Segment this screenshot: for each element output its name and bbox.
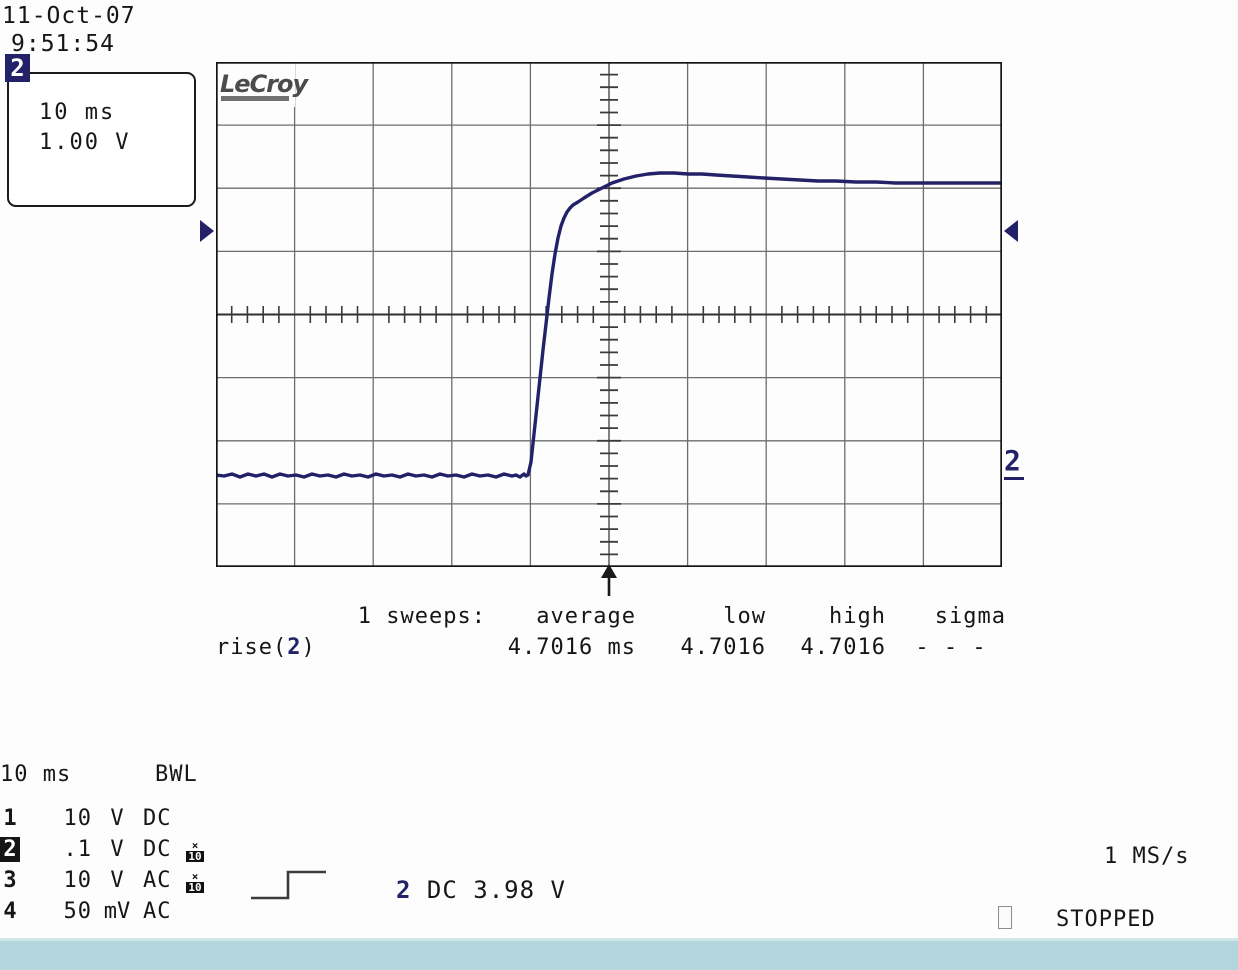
channel-number-2[interactable]: 2 xyxy=(0,837,20,862)
channel-row-3[interactable]: 3 10 V AC × 10 xyxy=(0,868,230,899)
column-high: high xyxy=(829,604,886,629)
acquisition-indicator-icon xyxy=(998,906,1012,929)
channel-unit-4: mV xyxy=(103,899,131,924)
sweeps-label: 1 sweeps: xyxy=(357,604,486,629)
trigger-level-marker-left[interactable] xyxy=(200,220,216,242)
channel-value-2: .1 xyxy=(63,837,92,862)
column-average: average xyxy=(536,604,636,629)
channel-row-1[interactable]: 1 10 V DC xyxy=(0,806,230,837)
descriptor-volts-per-div: 1.00 V xyxy=(39,130,131,155)
measurement-channel: 2 xyxy=(287,635,302,660)
trigger-channel: 2 xyxy=(396,876,412,904)
channel-number-1[interactable]: 1 xyxy=(0,806,20,831)
acquisition-state-text: STOPPED xyxy=(1056,907,1156,932)
value-high: 4.7016 xyxy=(800,635,886,660)
measurement-table: 1 sweeps: average low high sigma rise(2)… xyxy=(216,604,1016,666)
trigger-readout[interactable]: 2 DC 3.98 V xyxy=(396,876,566,904)
channel-badge: 2 xyxy=(5,54,30,82)
probe-attenuation-icon-2: × 10 xyxy=(186,840,204,864)
channel-unit-1: V xyxy=(110,806,124,831)
trigger-level: 3.98 V xyxy=(473,876,566,904)
channel-coupling-2: DC xyxy=(143,837,172,862)
sample-rate-readout: 1 MS/s xyxy=(1104,844,1190,869)
measurement-data-row[interactable]: rise(2) 4.7016 ms 4.7016 4.7016 - - - xyxy=(216,635,1016,666)
date-text: 11-Oct-07 xyxy=(2,3,136,29)
trigger-position-arrow[interactable] xyxy=(598,564,620,596)
channel-coupling-3: AC xyxy=(143,868,172,893)
value-average: 4.7016 ms xyxy=(507,635,636,660)
rising-edge-icon[interactable] xyxy=(250,868,328,904)
column-low: low xyxy=(723,604,766,629)
channel-value-3: 10 xyxy=(63,868,92,893)
settings-header: 10 ms BWL xyxy=(0,762,230,793)
channel-row-2[interactable]: 2 .1 V DC × 10 xyxy=(0,837,230,868)
channel-number-4[interactable]: 4 xyxy=(0,899,20,924)
descriptor-timebase: 10 ms xyxy=(39,100,116,125)
value-low: 4.7016 xyxy=(680,635,766,660)
datetime-readout: 11-Oct-07 9:51:54 xyxy=(2,2,136,58)
measurement-name: rise(2) xyxy=(216,635,316,660)
channel-settings-list: 1 10 V DC 2 .1 V DC × 10 3 10 V AC × 10 4 … xyxy=(0,806,230,930)
channel-coupling-1: DC xyxy=(143,806,172,831)
trigger-level-marker-right[interactable] xyxy=(1002,220,1018,242)
footer-bar xyxy=(0,938,1238,970)
channel-coupling-4: AC xyxy=(143,899,172,924)
ground-reference-label[interactable]: 2 xyxy=(1004,447,1021,475)
channel-row-4[interactable]: 4 50 mV AC xyxy=(0,899,230,930)
svg-text:LeCroy: LeCroy xyxy=(220,70,310,98)
ground-reference-tick xyxy=(1004,477,1024,480)
column-sigma: sigma xyxy=(934,604,1006,629)
channel-number-3[interactable]: 3 xyxy=(0,868,20,893)
trigger-coupling: DC xyxy=(426,876,458,904)
measurement-header-row: 1 sweeps: average low high sigma xyxy=(216,604,1016,635)
channel-unit-3: V xyxy=(110,868,124,893)
waveform-graticule[interactable]: LeCroy 2 xyxy=(200,62,1024,596)
channel-value-4: 50 xyxy=(63,899,92,924)
footer-highlight xyxy=(0,938,1238,941)
probe-attenuation-icon-3: × 10 xyxy=(186,871,204,895)
acquisition-status[interactable]: STOPPED xyxy=(998,906,1156,932)
oscilloscope-screen: 11-Oct-07 9:51:54 2 10 ms 1.00 V LeCroy … xyxy=(0,0,1238,970)
channel-value-1: 10 xyxy=(63,806,92,831)
bandwidth-limit-label: BWL xyxy=(155,762,198,787)
channel-descriptor-box[interactable]: 2 10 ms 1.00 V xyxy=(5,54,196,207)
channel-unit-2: V xyxy=(110,837,124,862)
value-sigma: - - - xyxy=(915,635,987,660)
settings-timebase[interactable]: 10 ms xyxy=(0,762,71,787)
